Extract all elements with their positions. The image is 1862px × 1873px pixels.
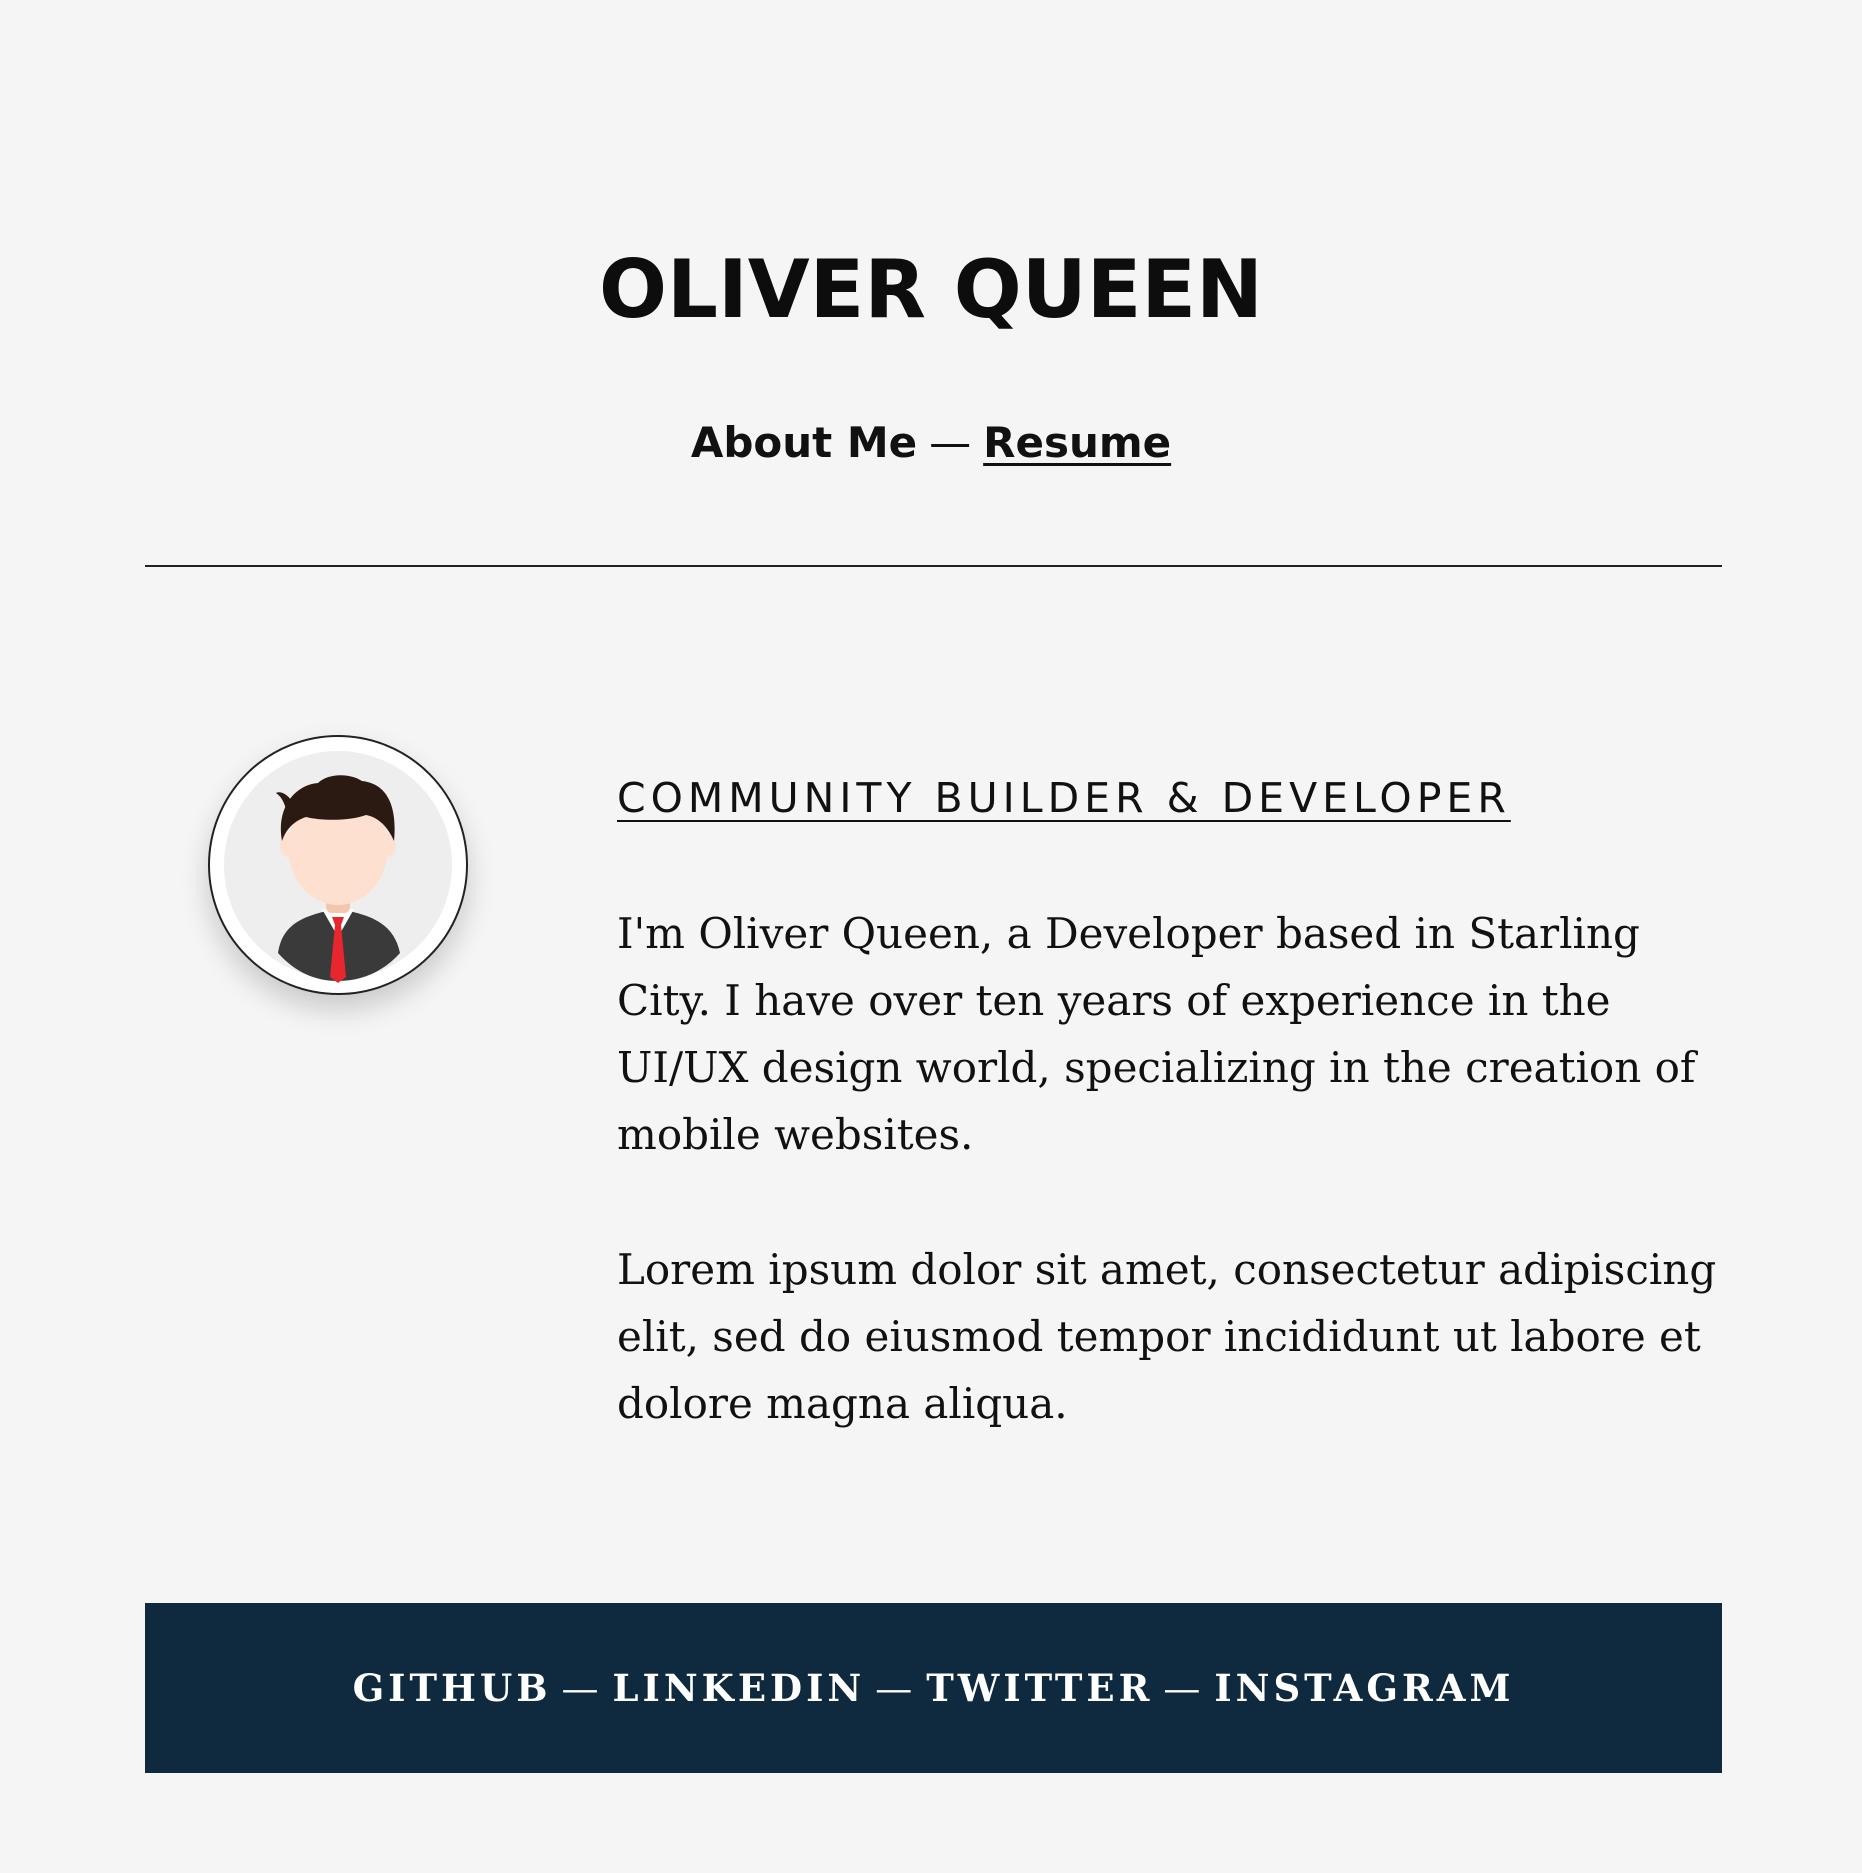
person-avatar-icon xyxy=(224,751,452,983)
social-separator: — xyxy=(561,1667,603,1710)
twitter-link[interactable]: TWITTER xyxy=(926,1666,1153,1710)
nav-resume-link[interactable]: Resume xyxy=(983,418,1171,467)
github-link[interactable]: GITHUB xyxy=(353,1666,552,1710)
bio: I'm Oliver Queen, a Developer based in S… xyxy=(617,900,1717,1505)
linkedin-link[interactable]: LINKEDIN xyxy=(613,1666,866,1710)
footer: GITHUB — LINKEDIN — TWITTER — INSTAGRAM xyxy=(145,1603,1722,1773)
social-separator: — xyxy=(1163,1667,1205,1710)
nav-about-me: About Me xyxy=(690,418,918,467)
social-separator: — xyxy=(875,1667,917,1710)
social-links: GITHUB — LINKEDIN — TWITTER — INSTAGRAM xyxy=(353,1666,1515,1710)
bio-paragraph: I'm Oliver Queen, a Developer based in S… xyxy=(617,909,1696,1159)
instagram-link[interactable]: INSTAGRAM xyxy=(1214,1666,1514,1710)
tagline: COMMUNITY BUILDER & DEVELOPER xyxy=(617,774,1511,822)
header-divider xyxy=(145,565,1722,567)
bio-paragraph: Lorem ipsum dolor sit amet, consectetur … xyxy=(617,1245,1717,1428)
nav-separator: — xyxy=(929,418,972,467)
site-title: OLIVER QUEEN xyxy=(599,243,1263,336)
avatar xyxy=(208,735,468,995)
top-nav: About Me — Resume xyxy=(0,415,1862,471)
